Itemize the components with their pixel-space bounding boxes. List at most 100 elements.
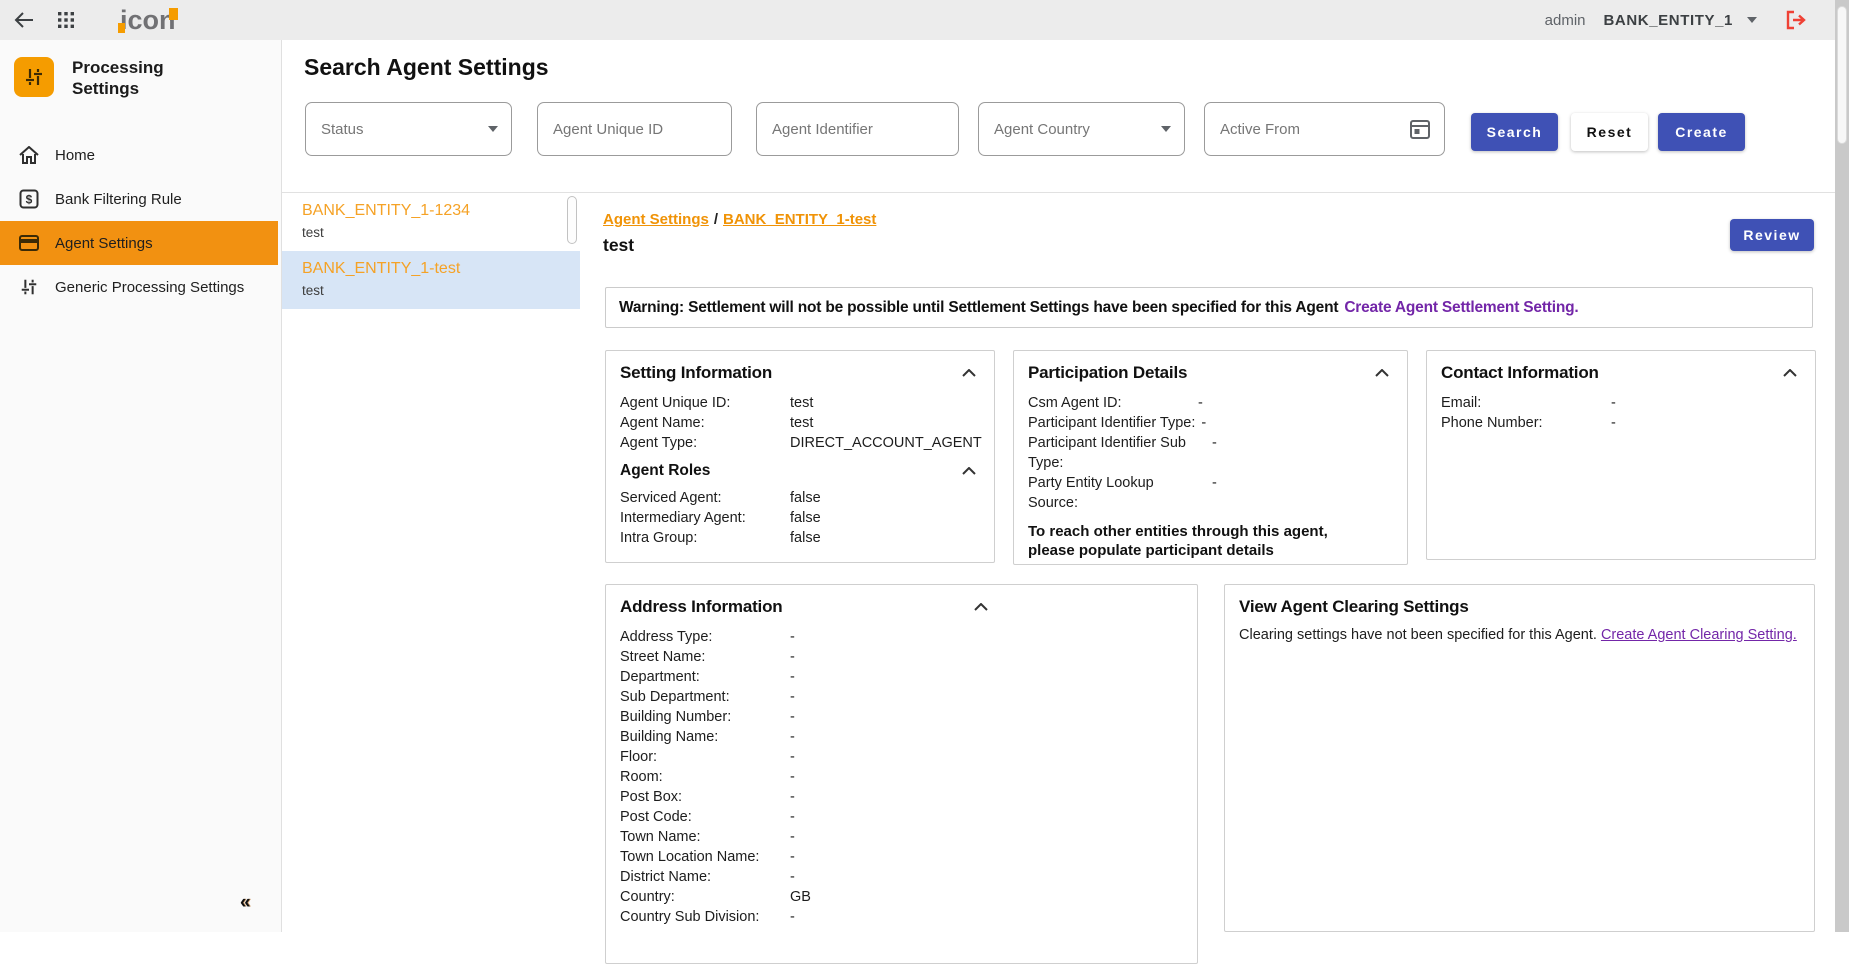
agent-unique-id-placeholder: Agent Unique ID [553, 121, 663, 138]
info-row: Town Location Name:- [620, 847, 1183, 867]
sidebar-item-generic-processing-settings[interactable]: Generic Processing Settings [0, 265, 282, 309]
info-label: Party Entity Lookup Source: [1028, 473, 1212, 513]
info-row: Sub Department:- [620, 687, 1183, 707]
agent-detail-panel: Agent Settings/BANK_ENTITY_1-test test R… [602, 193, 1835, 932]
info-row: Participant Identifier Sub Type:- [1028, 433, 1393, 473]
sidebar-item-home[interactable]: Home [0, 133, 282, 177]
processing-settings-app-icon [14, 57, 54, 97]
breadcrumb-link-current[interactable]: BANK_ENTITY_1-test [723, 211, 876, 228]
setting-information-card: Setting Information Agent Unique ID:test… [605, 350, 995, 563]
info-value: - [1212, 433, 1217, 453]
agent-country-dropdown[interactable]: Agent Country [978, 102, 1185, 156]
sidebar-item-label: Bank Filtering Rule [55, 191, 182, 208]
create-button[interactable]: Create [1658, 113, 1745, 151]
collapse-chevron-up-icon[interactable] [958, 367, 980, 379]
window-scrollbar-thumb[interactable] [1837, 6, 1847, 144]
agent-identifier-placeholder: Agent Identifier [772, 121, 873, 138]
review-button[interactable]: Review [1730, 219, 1814, 251]
info-label: Building Number: [620, 707, 790, 727]
main-content: Search Agent Settings Status Agent Uniqu… [282, 40, 1835, 932]
address-information-card: Address Information Address Type:-Street… [605, 584, 1198, 964]
agent-results-list: BANK_ENTITY_1-1234 test BANK_ENTITY_1-te… [282, 193, 580, 932]
info-value: - [790, 787, 795, 807]
info-label: Agent Type: [620, 433, 790, 453]
breadcrumb-separator: / [714, 211, 718, 228]
home-icon [18, 146, 40, 164]
info-value: - [790, 687, 795, 707]
sidebar-title: Processing Settings [72, 57, 202, 99]
agent-item-subtitle: test [302, 225, 560, 240]
info-value: - [790, 867, 795, 887]
agent-clearing-settings-card: View Agent Clearing Settings Clearing se… [1224, 584, 1815, 932]
apps-grid-icon[interactable] [50, 4, 82, 36]
chevron-down-icon [488, 126, 498, 132]
search-button[interactable]: Search [1471, 113, 1558, 151]
create-agent-settlement-setting-link[interactable]: Create Agent Settlement Setting. [1344, 299, 1578, 317]
agent-identifier-input[interactable]: Agent Identifier [756, 102, 959, 156]
info-label: Post Code: [620, 807, 790, 827]
info-value: - [790, 827, 795, 847]
info-value: - [1611, 393, 1616, 413]
list-item-selected[interactable]: BANK_ENTITY_1-test test [282, 251, 580, 309]
agent-unique-id-input[interactable]: Agent Unique ID [537, 102, 732, 156]
window-scrollbar[interactable] [1835, 0, 1849, 932]
entity-dropdown[interactable]: BANK_ENTITY_1 [1604, 12, 1758, 29]
info-value: - [790, 667, 795, 687]
info-label: Country Sub Division: [620, 907, 790, 927]
list-item[interactable]: BANK_ENTITY_1-1234 test [282, 193, 580, 251]
info-label: Csm Agent ID: [1028, 393, 1198, 413]
warning-text: Warning: Settlement will not be possible… [619, 299, 1338, 317]
list-scrollbar-thumb[interactable] [567, 196, 577, 244]
back-icon[interactable] [8, 4, 40, 36]
info-label: Intermediary Agent: [620, 508, 790, 528]
collapse-chevron-up-icon[interactable] [1371, 367, 1393, 379]
settlement-warning-banner: Warning: Settlement will not be possible… [605, 287, 1813, 328]
sidebar: Processing Settings Home $ Bank Filterin… [0, 40, 282, 932]
clearing-settings-text: Clearing settings have not been specifie… [1239, 627, 1800, 643]
info-row: Participant Identifier Type:- [1028, 413, 1393, 433]
sidebar-header: Processing Settings [14, 57, 202, 99]
admin-role-label: admin [1545, 12, 1586, 29]
info-label: Phone Number: [1441, 413, 1611, 433]
info-row: Email:- [1441, 393, 1801, 413]
chevron-down-icon [1161, 126, 1171, 132]
info-row: Party Entity Lookup Source:- [1028, 473, 1393, 513]
reset-button[interactable]: Reset [1571, 113, 1648, 151]
collapse-sidebar-icon[interactable]: « [240, 892, 251, 914]
info-label: Sub Department: [620, 687, 790, 707]
sidebar-item-bank-filtering-rule[interactable]: $ Bank Filtering Rule [0, 177, 282, 221]
create-agent-clearing-setting-link[interactable]: Create Agent Clearing Setting. [1601, 627, 1797, 643]
info-row: Agent Unique ID:test [620, 393, 980, 413]
active-from-date-input[interactable]: Active From [1204, 102, 1445, 156]
card-title: View Agent Clearing Settings [1239, 597, 1469, 617]
collapse-chevron-up-icon[interactable] [958, 465, 980, 477]
info-label: Participant Identifier Sub Type: [1028, 433, 1212, 473]
status-filter-dropdown[interactable]: Status [305, 102, 512, 156]
info-label: District Name: [620, 867, 790, 887]
breadcrumb-link-agent-settings[interactable]: Agent Settings [603, 211, 709, 228]
sidebar-item-agent-settings[interactable]: Agent Settings [0, 221, 278, 265]
info-row: Floor:- [620, 747, 1183, 767]
info-value: - [790, 767, 795, 787]
calendar-icon[interactable] [1409, 118, 1431, 140]
chevron-down-icon [1747, 17, 1757, 23]
agent-settings-card-icon [18, 235, 40, 251]
info-value: false [790, 528, 821, 548]
card-title: Contact Information [1441, 363, 1599, 383]
info-row: Post Code:- [620, 807, 1183, 827]
sidebar-item-label: Agent Settings [55, 235, 153, 252]
card-title: Setting Information [620, 363, 772, 383]
collapse-chevron-up-icon[interactable] [1779, 367, 1801, 379]
info-row: Room:- [620, 767, 1183, 787]
participation-details-rows: Csm Agent ID:-Participant Identifier Typ… [1028, 393, 1393, 513]
bank-filtering-rule-icon: $ [18, 189, 40, 209]
logout-icon[interactable] [1785, 10, 1807, 30]
info-label: Serviced Agent: [620, 488, 790, 508]
collapse-chevron-up-icon[interactable] [970, 601, 992, 613]
info-value: GB [790, 887, 811, 907]
info-value: - [1201, 413, 1206, 433]
info-row: Phone Number:- [1441, 413, 1801, 433]
info-value: false [790, 488, 821, 508]
info-row: Csm Agent ID:- [1028, 393, 1393, 413]
info-label: Town Location Name: [620, 847, 790, 867]
